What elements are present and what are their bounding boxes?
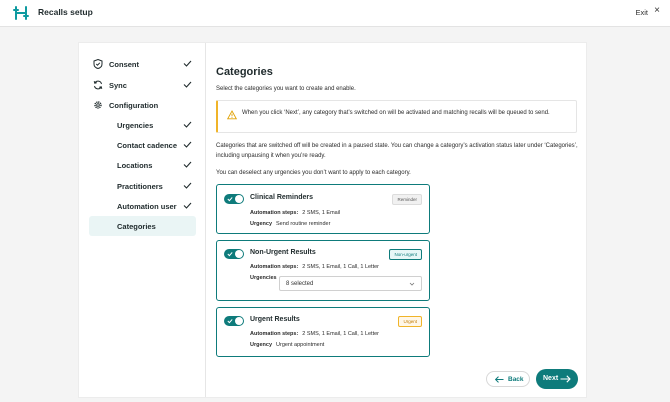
category-card-non-urgent-results: Non-Urgent Results Non-urgent Automation… (216, 240, 430, 301)
warning-banner: When you click ‘Next’, any category that… (216, 100, 577, 133)
sidebar-item-label: Configuration (109, 101, 159, 110)
sidebar-item-label: Categories (117, 222, 156, 231)
category-badge: Reminder (392, 194, 422, 205)
next-button[interactable]: Next (536, 369, 578, 389)
deselect-info-text: You can deselect any urgencies you don’t… (216, 170, 411, 176)
sidebar-item-categories[interactable]: Categories (89, 216, 196, 236)
sidebar-item-urgencies[interactable]: Urgencies (89, 115, 196, 135)
category-title: Non-Urgent Results (250, 249, 316, 256)
warning-icon (227, 110, 237, 120)
check-icon (183, 60, 192, 67)
sidebar-item-locations[interactable]: Locations (89, 155, 196, 175)
sidebar-item-label: Sync (109, 81, 127, 90)
warning-text: When you click ‘Next’, any category that… (242, 110, 550, 116)
check-icon (227, 197, 233, 202)
sidebar-item-label: Automation user (117, 202, 177, 211)
back-button-label: Back (508, 376, 524, 383)
sidebar-item-practitioners[interactable]: Practitioners (89, 176, 196, 196)
app-title: Recalls setup (38, 7, 93, 17)
sidebar-item-automation-user[interactable]: Automation user (89, 196, 196, 216)
sidebar-item-label: Consent (109, 60, 139, 69)
urgencies-select-value: 8 selected (286, 281, 314, 287)
gear-icon (94, 101, 102, 109)
category-toggle[interactable] (224, 249, 244, 259)
check-icon (183, 81, 192, 88)
sidebar-item-contact-cadence[interactable]: Contact cadence (89, 135, 196, 155)
sync-icon (93, 80, 103, 90)
sidebar-item-label: Urgencies (117, 121, 154, 130)
page-title: Categories (216, 66, 273, 78)
arrow-left-icon (495, 376, 504, 383)
arrow-right-icon (560, 375, 571, 383)
sidebar-item-label: Contact cadence (117, 141, 178, 150)
main-content: Categories Select the categories you wan… (216, 43, 578, 397)
chevron-down-icon (409, 282, 415, 286)
check-icon (183, 141, 192, 148)
check-icon (183, 182, 192, 189)
urgencies-select[interactable]: 8 selected (279, 276, 422, 291)
toggle-knob (235, 317, 243, 325)
shield-icon (93, 59, 103, 69)
automation-steps: Automation steps: 2 SMS, 1 Email, 1 Call,… (250, 331, 380, 337)
intro-text: Select the categories you want to create… (216, 86, 356, 92)
check-icon (183, 121, 192, 128)
check-icon (227, 319, 233, 324)
sidebar-item-consent[interactable]: Consent (89, 54, 196, 74)
exit-button[interactable]: Exit (635, 8, 648, 17)
urgencies-label: Urgencies (250, 275, 277, 281)
automation-steps: Automation steps: 2 SMS, 1 Email, 1 Call,… (250, 264, 380, 270)
sidebar-item-label: Locations (117, 161, 153, 170)
letter-h-logo-icon (13, 6, 29, 20)
urgency-info: Urgency Urgent appointment (250, 342, 325, 348)
category-badge: Non-urgent (389, 249, 422, 260)
category-toggle[interactable] (224, 316, 244, 326)
check-icon (227, 252, 233, 257)
toggle-knob (235, 195, 243, 203)
sidebar-item-sync[interactable]: Sync (89, 75, 196, 95)
next-button-label: Next (543, 375, 559, 382)
paused-info-text: Categories that are switched off will be… (216, 143, 578, 159)
category-title: Clinical Reminders (250, 194, 314, 201)
category-badge: Urgent (398, 316, 422, 327)
check-icon (183, 202, 192, 209)
back-button[interactable]: Back (486, 371, 530, 387)
category-card-urgent-results: Urgent Results Urgent Automation steps: 2… (216, 307, 430, 357)
sidebar: Consent Sync Configuration Urgencies Con… (79, 43, 206, 397)
close-icon[interactable]: × (654, 6, 660, 16)
category-toggle[interactable] (224, 194, 244, 204)
automation-steps: Automation steps: 2 SMS, 1 Email (250, 210, 341, 216)
sidebar-item-label: Practitioners (117, 182, 163, 191)
setup-panel: Consent Sync Configuration Urgencies Con… (78, 42, 587, 398)
sidebar-item-configuration[interactable]: Configuration (89, 95, 196, 115)
category-card-clinical-reminders: Clinical Reminders Reminder Automation s… (216, 184, 430, 234)
category-title: Urgent Results (250, 316, 300, 323)
toggle-knob (235, 250, 243, 258)
check-icon (183, 161, 192, 168)
top-bar: Recalls setup Exit × (0, 0, 670, 27)
urgency-info: Urgency Send routine reminder (250, 221, 331, 227)
